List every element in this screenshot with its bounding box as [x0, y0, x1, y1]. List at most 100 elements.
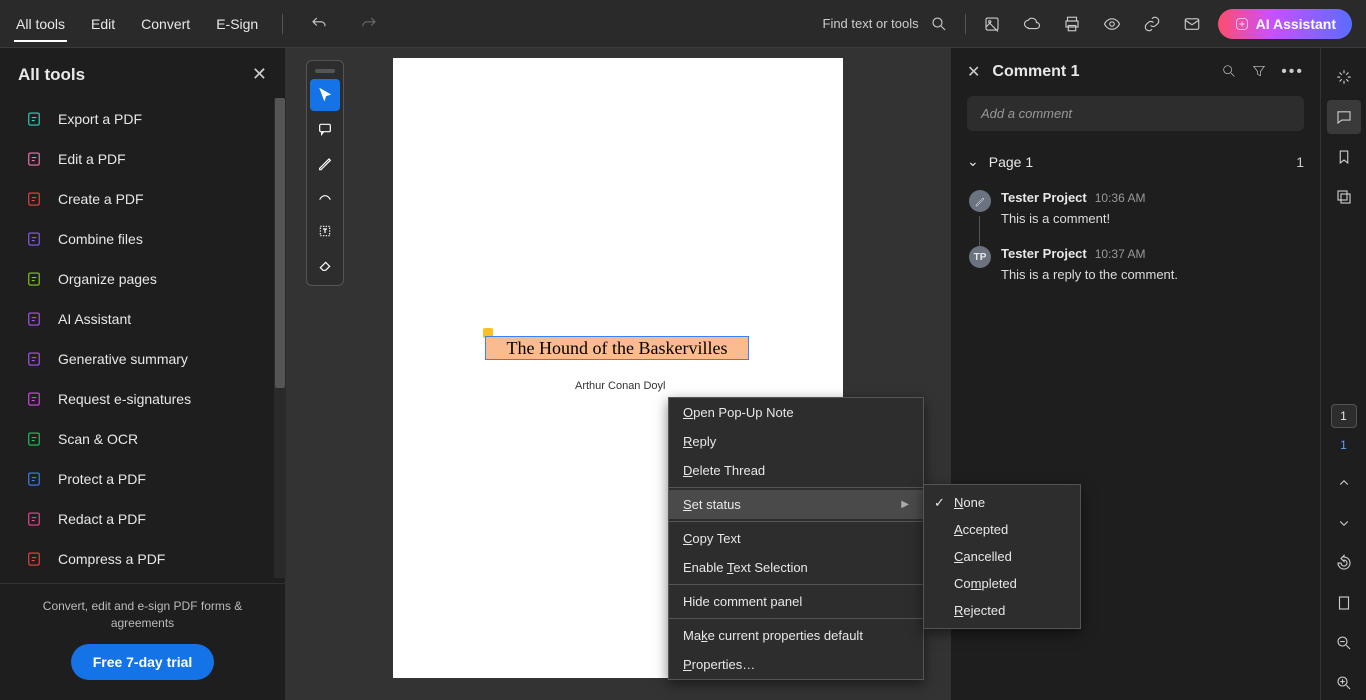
more-icon[interactable]: ••• — [1281, 63, 1304, 81]
close-comments-button[interactable]: ✕ — [967, 62, 980, 82]
ai-assistant-button[interactable]: AI Assistant — [1218, 9, 1352, 39]
context-menu-item[interactable]: Make current properties default — [669, 621, 923, 650]
tool-item[interactable]: Combine files — [0, 219, 285, 259]
tool-label: AI Assistant — [58, 311, 131, 327]
free-trial-button[interactable]: Free 7-day trial — [71, 644, 215, 680]
select-tool[interactable] — [310, 79, 340, 111]
menu-edit[interactable]: Edit — [89, 6, 117, 42]
search-comments-icon[interactable] — [1221, 63, 1237, 79]
submenu-item[interactable]: None — [924, 489, 1080, 516]
redo-button[interactable] — [355, 10, 383, 38]
tool-label: Create a PDF — [58, 191, 144, 207]
comments-rail-icon[interactable] — [1327, 100, 1361, 134]
tool-icon — [24, 269, 44, 289]
tool-item[interactable]: Compress a PDF — [0, 539, 285, 579]
tool-item[interactable]: AI Assistant — [0, 299, 285, 339]
avatar-icon — [969, 190, 991, 212]
chevron-up-icon[interactable] — [1327, 466, 1361, 500]
menu-esign[interactable]: E-Sign — [214, 6, 260, 42]
comment-item[interactable]: Tester Project10:36 AMThis is a comment! — [951, 180, 1320, 236]
tool-item[interactable]: Redact a PDF — [0, 499, 285, 539]
page-fit-icon[interactable] — [1327, 586, 1361, 620]
page-comment-count: 1 — [1296, 154, 1304, 170]
tool-label: Compress a PDF — [58, 551, 165, 567]
tool-icon — [24, 149, 44, 169]
submenu-item[interactable]: Cancelled — [924, 543, 1080, 570]
tool-item[interactable]: Protect a PDF — [0, 459, 285, 499]
context-menu-item[interactable]: Copy Text — [669, 524, 923, 553]
tool-item[interactable]: Create a PDF — [0, 179, 285, 219]
eye-plus-icon[interactable] — [1098, 10, 1126, 38]
status-submenu: NoneAcceptedCancelledCompletedRejected — [923, 484, 1081, 629]
filter-icon[interactable] — [1251, 63, 1267, 79]
drag-grip-icon[interactable] — [315, 69, 335, 73]
comment-text: This is a comment! — [1001, 211, 1304, 226]
context-menu-item[interactable]: Delete Thread — [669, 456, 923, 485]
tool-item[interactable]: Generative summary — [0, 339, 285, 379]
highlight-tool[interactable] — [310, 147, 340, 179]
image-icon[interactable] — [978, 10, 1006, 38]
page-label: Page 1 — [989, 154, 1033, 170]
cloud-icon[interactable] — [1018, 10, 1046, 38]
context-menu-item[interactable]: Enable Text Selection — [669, 553, 923, 582]
undo-button[interactable] — [305, 10, 333, 38]
tool-icon — [24, 549, 44, 569]
context-menu: Open Pop-Up NoteReplyDelete Thread Set st… — [668, 397, 924, 680]
comment-author: Tester Project — [1001, 246, 1087, 261]
tool-item[interactable]: Export a PDF — [0, 99, 285, 139]
search-label: Find text or tools — [823, 16, 919, 31]
tool-label: Protect a PDF — [58, 471, 146, 487]
page-number-input[interactable]: 1 — [1331, 404, 1357, 428]
text-tool[interactable] — [310, 215, 340, 247]
scrollbar[interactable] — [274, 98, 286, 578]
tool-icon — [24, 509, 44, 529]
ai-assistant-label: AI Assistant — [1256, 16, 1336, 32]
copy-rail-icon[interactable] — [1327, 180, 1361, 214]
submenu-item[interactable]: Accepted — [924, 516, 1080, 543]
footer-text: Convert, edit and e-sign PDF forms & agr… — [20, 598, 265, 632]
tool-item[interactable]: Scan & OCR — [0, 419, 285, 459]
comment-tool[interactable] — [310, 113, 340, 145]
rotate-icon[interactable] — [1327, 546, 1361, 580]
zoom-in-icon[interactable] — [1327, 666, 1361, 700]
comment-item[interactable]: TPTester Project10:37 AMThis is a reply … — [951, 236, 1320, 292]
doc-author-text: Arthur Conan Doyl — [575, 380, 666, 392]
zoom-out-icon[interactable] — [1327, 626, 1361, 660]
menu-all-tools[interactable]: All tools — [14, 6, 67, 42]
tool-icon — [24, 389, 44, 409]
context-menu-item[interactable]: Set status▶ — [669, 490, 923, 519]
annotation-toolbar[interactable] — [306, 60, 344, 286]
ai-sparkle-icon[interactable] — [1327, 60, 1361, 94]
collapse-page-button[interactable]: ⌄ — [967, 153, 979, 170]
add-comment-input[interactable]: Add a comment — [967, 96, 1304, 131]
submenu-item[interactable]: Completed — [924, 570, 1080, 597]
link-icon[interactable] — [1138, 10, 1166, 38]
tool-label: Organize pages — [58, 271, 157, 287]
highlight-annotation[interactable]: The Hound of the Baskervilles — [485, 336, 749, 360]
tool-list[interactable]: Export a PDFEdit a PDF Create a PDF Combin… — [0, 93, 285, 583]
menu-convert[interactable]: Convert — [139, 6, 192, 42]
close-panel-button[interactable]: ✕ — [252, 64, 267, 85]
context-menu-item[interactable]: Open Pop-Up Note — [669, 398, 923, 427]
chevron-down-icon[interactable] — [1327, 506, 1361, 540]
tool-item[interactable]: Request e-signatures — [0, 379, 285, 419]
page-total: 1 — [1340, 438, 1347, 452]
tool-item[interactable]: Organize pages — [0, 259, 285, 299]
search-icon[interactable] — [925, 10, 953, 38]
tool-item[interactable]: Edit a PDF — [0, 139, 285, 179]
tool-icon — [24, 309, 44, 329]
mail-icon[interactable] — [1178, 10, 1206, 38]
tool-label: Scan & OCR — [58, 431, 138, 447]
print-icon[interactable] — [1058, 10, 1086, 38]
avatar: TP — [969, 246, 991, 268]
submenu-item[interactable]: Rejected — [924, 597, 1080, 624]
bookmark-rail-icon[interactable] — [1327, 140, 1361, 174]
eraser-tool[interactable] — [310, 249, 340, 281]
context-menu-item[interactable]: Hide comment panel — [669, 587, 923, 616]
context-menu-item[interactable]: Reply — [669, 427, 923, 456]
divider — [282, 14, 283, 34]
context-menu-item[interactable]: Properties… — [669, 650, 923, 679]
tool-icon — [24, 349, 44, 369]
top-menu-bar: All tools Edit Convert E-Sign Find text … — [0, 0, 1366, 48]
draw-tool[interactable] — [310, 181, 340, 213]
